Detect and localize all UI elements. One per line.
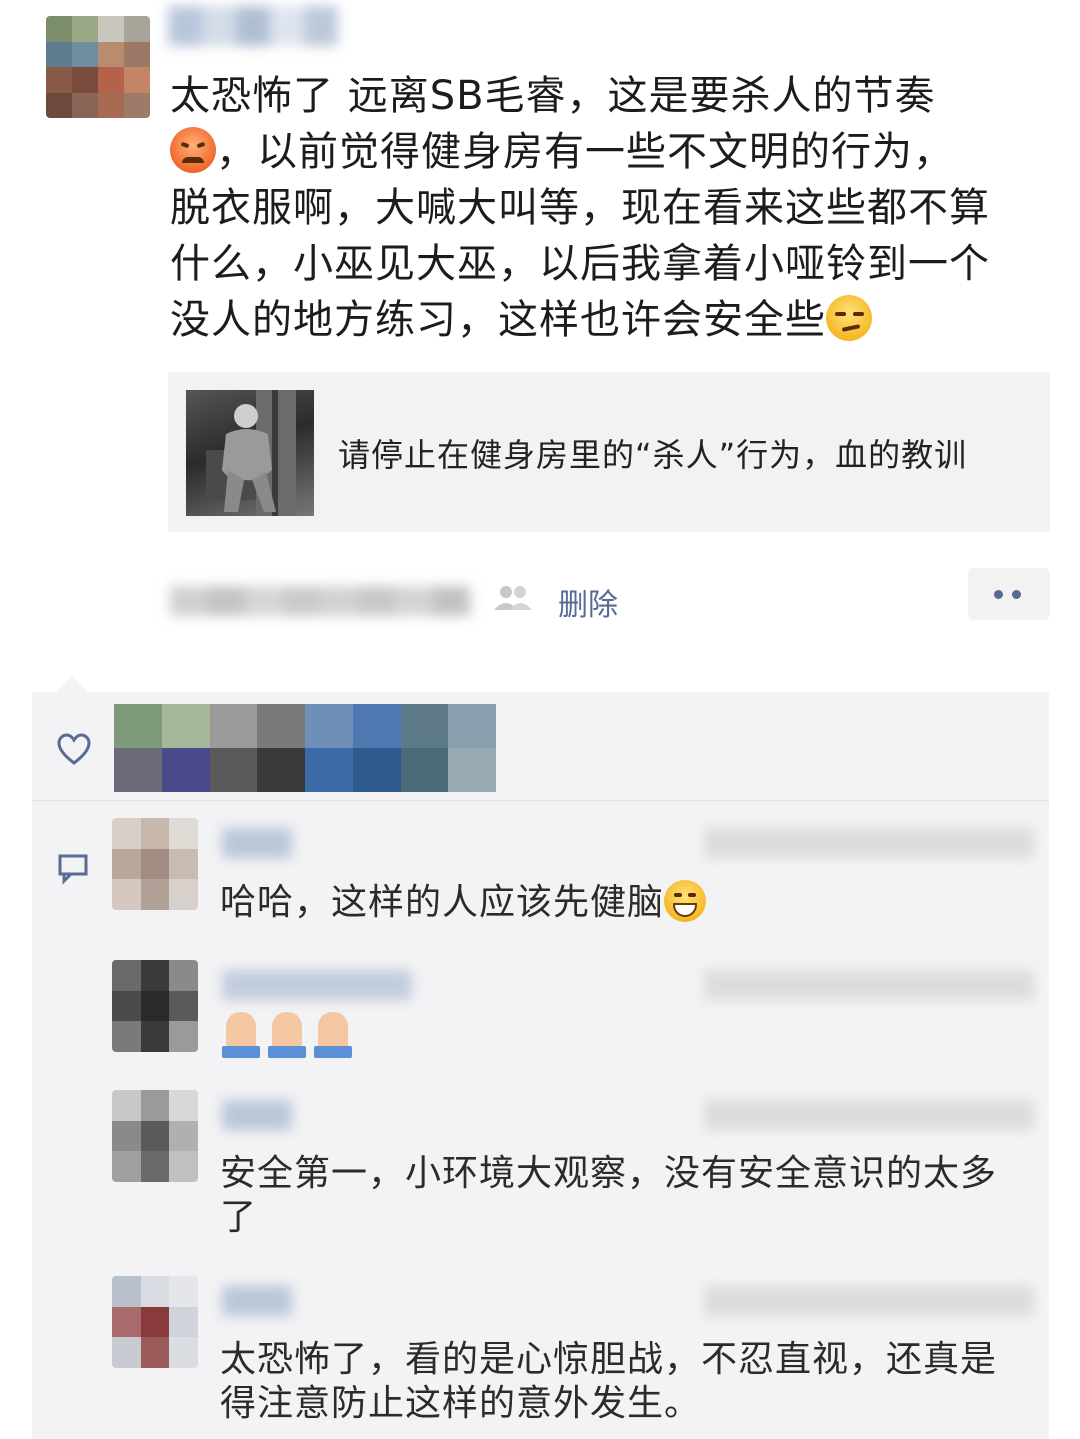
comment-item[interactable]: 哈哈，这样的人应该先健脑	[112, 818, 1034, 968]
post-text-line: 什么，小巫见大巫，以后我拿着小哑铃到一个	[170, 241, 990, 287]
comment-text: 太恐怖了，看的是心惊胆战，不忍直视，还真是 得注意防止这样的意外发生。	[220, 1339, 998, 1424]
commenter-name[interactable]	[222, 1286, 292, 1316]
comment-timestamp	[704, 1286, 1034, 1316]
commenter-avatar[interactable]	[112, 1090, 198, 1182]
delete-button[interactable]: 删除	[558, 580, 618, 624]
smirk-face-icon	[826, 295, 872, 341]
post-text-line: 脱衣服啊，大喊大叫等，现在看来这些都不算	[170, 185, 990, 231]
heart-icon	[56, 732, 92, 768]
panel-pointer	[56, 676, 88, 692]
comment-timestamp	[704, 1100, 1034, 1130]
folded-hands-icon	[220, 1012, 262, 1060]
commenter-name[interactable]	[222, 1100, 292, 1130]
commenter-name[interactable]	[222, 828, 292, 858]
link-thumbnail	[186, 390, 314, 516]
likes-comments-panel: 哈哈，这样的人应该先健脑 安全第一，小环境大观察，没有安全意识的太多 了 太恐怖…	[32, 692, 1049, 1439]
angry-face-icon	[170, 127, 216, 173]
comment-item[interactable]: 安全第一，小环境大观察，没有安全意识的太多 了	[112, 1090, 1034, 1260]
comment-text: 安全第一，小环境大观察，没有安全意识的太多 了	[220, 1153, 998, 1238]
post-author-avatar[interactable]	[46, 16, 150, 118]
post-author-name[interactable]	[168, 6, 338, 46]
likes-divider	[32, 800, 1049, 801]
comment-icon	[56, 850, 92, 886]
post-text-line: ，以前觉得健身房有一些不文明的行为，	[170, 124, 1065, 180]
commenter-avatar[interactable]	[112, 818, 198, 910]
comment-emoji-row	[220, 1012, 1040, 1060]
post-text-line: 没人的地方练习，这样也许会安全些	[170, 292, 1065, 348]
comment-timestamp	[704, 970, 1034, 1000]
comment-timestamp	[704, 828, 1034, 858]
folded-hands-icon	[312, 1012, 354, 1060]
dot-icon	[1012, 590, 1021, 599]
shared-link-card[interactable]: 请停止在健身房里的“杀人”行为，血的教训	[168, 372, 1050, 532]
post-text: 太恐怖了 远离SB毛睿，这是要杀人的节奏 ，以前觉得健身房有一些不文明的行为， …	[170, 68, 1065, 348]
commenter-avatar[interactable]	[112, 1276, 198, 1368]
visibility-group-icon	[492, 584, 534, 612]
post-timestamp	[170, 586, 470, 616]
grin-face-icon	[664, 880, 707, 922]
post-text-line: 太恐怖了 远离SB毛睿，这是要杀人的节奏	[170, 73, 936, 119]
comment-item[interactable]: 太恐怖了，看的是心惊胆战，不忍直视，还真是 得注意防止这样的意外发生。	[112, 1276, 1034, 1436]
link-title: 请停止在健身房里的“杀人”行为，血的教训	[338, 436, 968, 474]
folded-hands-icon	[266, 1012, 308, 1060]
commenter-name[interactable]	[222, 970, 412, 1000]
more-options-button[interactable]	[968, 568, 1050, 620]
comment-item[interactable]	[112, 960, 1034, 1090]
dot-icon	[994, 590, 1003, 599]
commenter-avatar[interactable]	[112, 960, 198, 1052]
comment-text: 哈哈，这样的人应该先健脑	[220, 880, 1040, 925]
liked-by-avatars[interactable]	[114, 704, 496, 792]
